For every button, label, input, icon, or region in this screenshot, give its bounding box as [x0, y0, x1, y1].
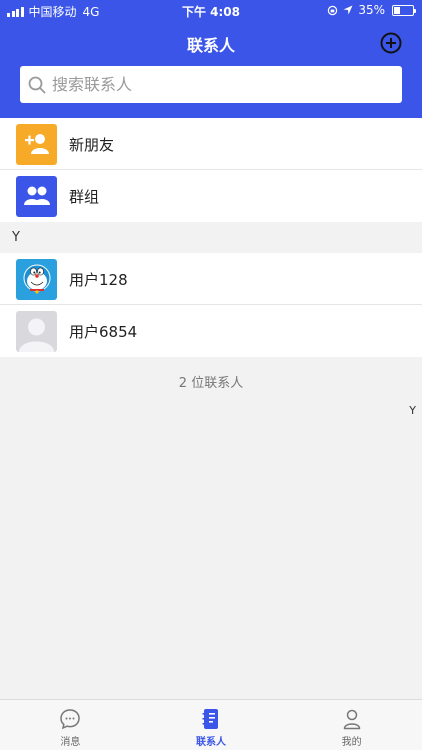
group-icon	[16, 175, 57, 217]
page-title: 联系人	[186, 36, 235, 55]
contact-count: 2 位联系人	[178, 376, 244, 391]
header-bar: 中国移动 4G 下午 4:08 35% 联系人	[0, 0, 422, 118]
contact-name: 用户6854	[69, 322, 138, 341]
tab-contacts-label: 联系人	[196, 737, 226, 748]
tab-messages[interactable]: 消息	[0, 700, 141, 750]
contacts-book-icon	[202, 709, 218, 729]
tab-me[interactable]: 我的	[281, 700, 422, 750]
contact-item[interactable]: 用户6854	[0, 305, 422, 357]
contact-list: 新朋友 群组 Y 用户128 用户6854	[0, 118, 422, 357]
add-circle-icon[interactable]	[380, 32, 402, 54]
tab-messages-label: 消息	[60, 737, 81, 748]
groups-label: 群组	[69, 187, 100, 206]
new-friends-label: 新朋友	[69, 135, 115, 154]
tab-me-label: 我的	[341, 737, 362, 748]
search-icon	[28, 76, 46, 93]
status-right: 35%	[327, 3, 416, 17]
default-person-avatar	[16, 310, 57, 352]
battery-icon	[392, 4, 416, 16]
search-box[interactable]	[20, 66, 402, 103]
battery-percent: 35%	[358, 3, 385, 17]
add-user-icon	[16, 123, 57, 165]
chat-bubble-icon	[60, 709, 81, 730]
contact-item[interactable]: 用户128	[0, 253, 422, 305]
section-header: Y	[0, 222, 422, 253]
new-friends-item[interactable]: 新朋友	[0, 118, 422, 170]
index-bar-letter[interactable]: Y	[409, 404, 416, 417]
orientation-lock-icon	[328, 5, 338, 15]
location-icon	[343, 5, 353, 15]
doraemon-avatar	[16, 258, 57, 300]
person-icon	[343, 709, 360, 730]
groups-item[interactable]: 群组	[0, 170, 422, 222]
search-input[interactable]	[52, 75, 372, 94]
contact-name: 用户128	[69, 270, 128, 289]
tab-bar: 消息 联系人 我的	[0, 699, 422, 750]
status-bar: 中国移动 4G 下午 4:08 35%	[0, 0, 422, 22]
tab-contacts[interactable]: 联系人	[141, 700, 282, 750]
